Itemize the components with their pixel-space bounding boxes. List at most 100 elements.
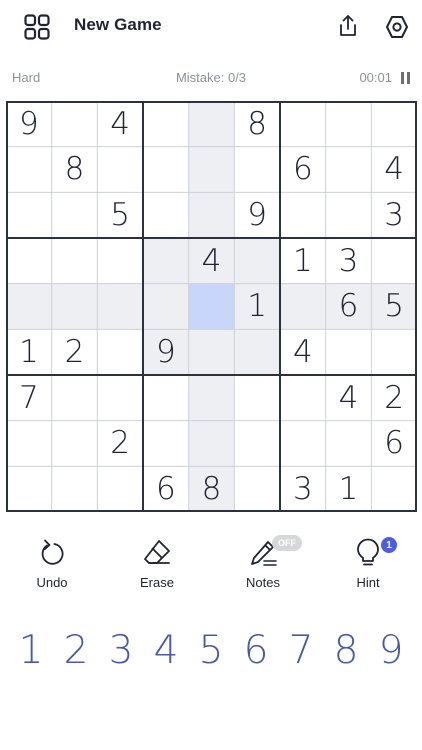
board-cell-r8-c1[interactable] (6, 421, 52, 467)
board-cell-r2-c5[interactable] (188, 146, 235, 193)
board-cell-r9-c3[interactable] (97, 466, 143, 512)
board-cell-r2-c1[interactable] (6, 147, 52, 193)
board-cell-r2-c6[interactable] (234, 147, 280, 193)
board-cell-r3-c3[interactable]: 5 (97, 192, 143, 238)
board-cell-r4-c4[interactable] (143, 238, 189, 284)
board-cell-r4-c3[interactable] (97, 238, 143, 284)
board-cell-r3-c5[interactable] (188, 192, 235, 238)
board-cell-r8-c9[interactable]: 6 (371, 421, 417, 467)
number-button-6[interactable]: 6 (234, 622, 278, 678)
board-cell-r6-c7[interactable]: 4 (280, 329, 326, 375)
board-cell-r3-c8[interactable] (326, 192, 372, 238)
board-cell-r9-c6[interactable] (234, 466, 280, 512)
board-cell-r7-c1[interactable]: 7 (6, 375, 52, 421)
board-cell-r8-c8[interactable] (326, 421, 372, 467)
board-cell-r1-c2[interactable] (52, 101, 98, 147)
board-cell-r7-c6[interactable] (234, 375, 280, 421)
board-cell-r5-c8[interactable]: 6 (325, 283, 372, 330)
board-cell-r7-c5[interactable] (188, 375, 235, 421)
board-cell-r2-c7[interactable]: 6 (280, 147, 326, 193)
board-cell-r4-c6[interactable] (234, 238, 280, 284)
number-button-7[interactable]: 7 (279, 622, 323, 678)
board-cell-r7-c9[interactable]: 2 (371, 375, 417, 421)
board-cell-r5-c6[interactable]: 1 (234, 283, 280, 330)
board-cell-r6-c4[interactable]: 9 (143, 329, 189, 375)
board-cell-r1-c4[interactable] (143, 101, 189, 147)
board-cell-r8-c4[interactable] (143, 421, 189, 467)
board-cell-r6-c8[interactable] (326, 329, 372, 375)
board-cell-r1-c3[interactable]: 4 (97, 101, 143, 147)
board-cell-r8-c7[interactable] (280, 421, 326, 467)
board-cell-r1-c5[interactable] (188, 101, 235, 147)
share-icon[interactable] (337, 14, 359, 38)
board-cell-r8-c3[interactable]: 2 (97, 421, 143, 467)
board-cell-r4-c8[interactable]: 3 (326, 238, 372, 284)
pause-icon[interactable] (401, 72, 411, 84)
board-cell-r3-c6[interactable]: 9 (234, 192, 280, 238)
board-cell-r2-c3[interactable] (97, 147, 143, 193)
board-cell-r6-c2[interactable]: 2 (52, 329, 98, 375)
grid-menu-icon[interactable] (24, 14, 50, 40)
board-cell-r9-c5[interactable]: 8 (188, 466, 235, 512)
board-cell-r8-c5[interactable] (188, 420, 235, 467)
board-cell-r3-c9[interactable]: 3 (371, 192, 417, 238)
board-cell-r4-c5[interactable]: 4 (188, 238, 235, 284)
board-cell-r2-c2[interactable]: 8 (52, 147, 98, 193)
board-cell-r2-c9[interactable]: 4 (371, 147, 417, 193)
board-cell-r8-c2[interactable] (52, 421, 98, 467)
board-cell-r7-c3[interactable] (97, 375, 143, 421)
board-cell-r7-c2[interactable] (52, 375, 98, 421)
board-cell-r6-c1[interactable]: 1 (6, 329, 52, 375)
number-button-1[interactable]: 1 (9, 622, 53, 678)
number-button-9[interactable]: 9 (369, 622, 413, 678)
undo-icon (41, 539, 64, 565)
notes-toggle-badge[interactable]: OFF (272, 535, 302, 551)
board-cell-r5-c9[interactable]: 5 (371, 283, 417, 330)
board-cell-r2-c8[interactable] (326, 147, 372, 193)
board-cell-r5-c7[interactable] (280, 283, 326, 330)
number-button-3[interactable]: 3 (99, 622, 143, 678)
hint-button[interactable]: 1 Hint (328, 535, 408, 595)
erase-button[interactable]: Erase (117, 535, 197, 595)
board-cell-r1-c7[interactable] (280, 101, 326, 147)
board-cell-r3-c1[interactable] (6, 192, 52, 238)
board-cell-r1-c8[interactable] (326, 101, 372, 147)
board-cell-r9-c1[interactable] (6, 466, 52, 512)
board-cell-r5-c5[interactable] (188, 283, 235, 330)
board-cell-r2-c4[interactable] (143, 147, 189, 193)
board-cell-r1-c1[interactable]: 9 (6, 101, 52, 147)
number-button-4[interactable]: 4 (144, 622, 188, 678)
board-cell-r4-c7[interactable]: 1 (280, 238, 326, 284)
undo-button[interactable]: Undo (12, 535, 92, 595)
board-cell-r7-c7[interactable] (280, 375, 326, 421)
notes-button[interactable]: OFF Notes (223, 535, 303, 595)
board-cell-r6-c5[interactable] (188, 329, 235, 375)
board-cell-r5-c1[interactable] (6, 283, 52, 330)
board-cell-r1-c6[interactable]: 8 (234, 101, 280, 147)
board-cell-r8-c6[interactable] (234, 421, 280, 467)
number-button-2[interactable]: 2 (54, 622, 98, 678)
board-cell-r9-c2[interactable] (52, 466, 98, 512)
board-cell-r3-c2[interactable] (52, 192, 98, 238)
number-button-8[interactable]: 8 (324, 622, 368, 678)
board-cell-r5-c2[interactable] (51, 283, 98, 330)
board-cell-r9-c9[interactable] (371, 466, 417, 512)
board-cell-r6-c3[interactable] (97, 329, 143, 375)
board-cell-r4-c1[interactable] (6, 238, 52, 284)
board-cell-r6-c6[interactable] (234, 329, 280, 375)
board-cell-r9-c4[interactable]: 6 (143, 466, 189, 512)
board-cell-r9-c8[interactable]: 1 (326, 466, 372, 512)
board-cell-r6-c9[interactable] (371, 329, 417, 375)
board-cell-r3-c4[interactable] (143, 192, 189, 238)
board-cell-r4-c9[interactable] (371, 238, 417, 284)
board-cell-r1-c9[interactable] (371, 101, 417, 147)
board-cell-r7-c4[interactable] (143, 375, 189, 421)
board-cell-r5-c4[interactable] (143, 283, 189, 330)
board-cell-r5-c3[interactable] (97, 283, 143, 330)
board-cell-r7-c8[interactable]: 4 (326, 375, 372, 421)
board-cell-r3-c7[interactable] (280, 192, 326, 238)
board-cell-r9-c7[interactable]: 3 (280, 466, 326, 512)
number-button-5[interactable]: 5 (189, 622, 233, 678)
settings-icon[interactable] (384, 14, 410, 40)
board-cell-r4-c2[interactable] (52, 238, 98, 284)
